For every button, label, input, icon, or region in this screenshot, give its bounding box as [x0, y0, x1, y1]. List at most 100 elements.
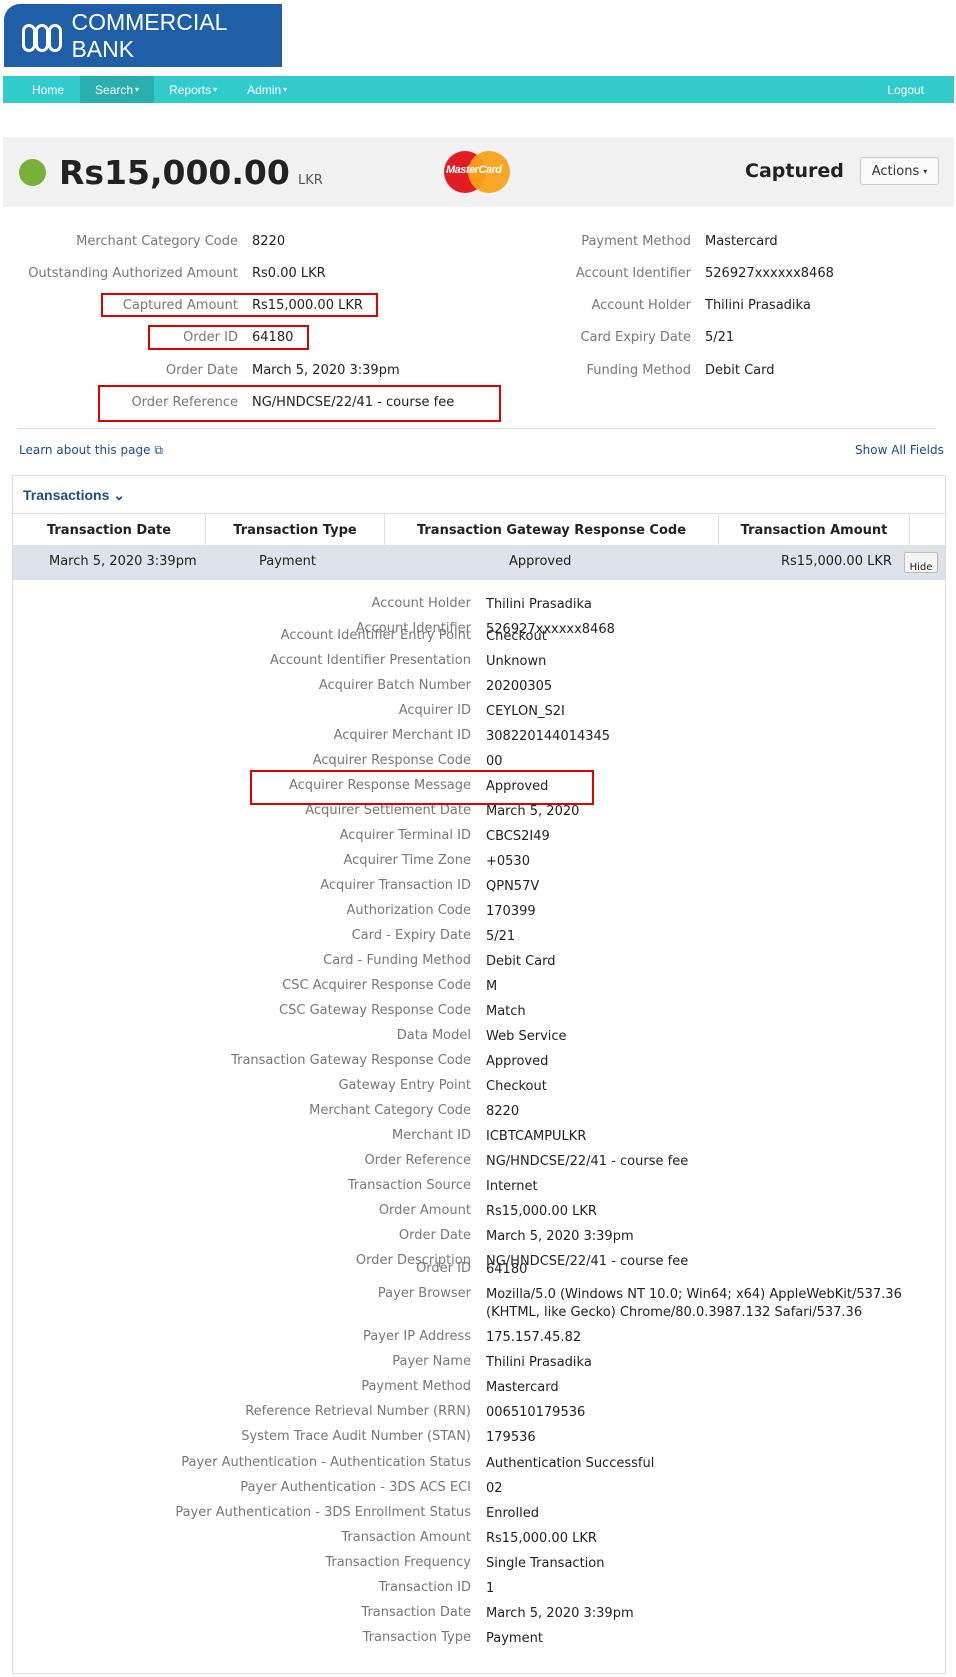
table-row[interactable]: March 5, 2020 3:39pm Payment Approved Rs…: [13, 545, 945, 580]
highlight-order-reference: [98, 385, 501, 422]
col-transaction-date: Transaction Date: [13, 514, 206, 546]
col-actions: [910, 514, 945, 546]
hide-label: Hide: [909, 562, 933, 573]
detail-label: Data Model: [396, 1028, 471, 1043]
row-date: March 5, 2020 3:39pm: [49, 554, 197, 569]
detail-label: Acquirer Transaction ID: [320, 878, 471, 893]
detail-value: March 5, 2020 3:39pm: [486, 1229, 634, 1244]
detail-label: Payer Browser: [377, 1286, 471, 1301]
col-transaction-type: Transaction Type: [206, 514, 385, 546]
nav-admin-label: Admin: [247, 82, 282, 97]
highlight-captured-amount: [101, 293, 378, 317]
nav-reports[interactable]: Reports ▾: [154, 76, 232, 103]
detail-label: Acquirer Batch Number: [318, 678, 471, 693]
field-label: Funding Method: [586, 363, 692, 378]
bank-logo-mark-icon: [22, 21, 62, 52]
nav-search[interactable]: Search ▾: [80, 76, 155, 103]
detail-value: 5/21: [486, 929, 516, 944]
highlight-order-id: [148, 325, 309, 350]
detail-label: Transaction Amount: [341, 1530, 471, 1545]
detail-label: Order Amount: [378, 1203, 471, 1218]
payment-summary: Rs15,000.00 LKR MasterCard Captured Acti…: [3, 137, 954, 207]
detail-value: Authentication Successful: [486, 1456, 655, 1471]
learn-link-label: Learn about this page: [19, 443, 151, 457]
detail-value: Mastercard: [486, 1380, 559, 1395]
nav-logout[interactable]: Logout: [872, 76, 954, 103]
detail-label: Payer Authentication - 3DS Enrollment St…: [175, 1505, 471, 1520]
mastercard-logo-icon: MasterCard: [444, 151, 510, 193]
detail-value: 1: [486, 1581, 495, 1596]
detail-value: 8220: [486, 1104, 520, 1119]
detail-value: 170399: [486, 904, 536, 919]
field-label: Account Identifier: [575, 266, 691, 281]
detail-label: Transaction Type: [362, 1630, 471, 1645]
status-label: Captured: [745, 160, 844, 182]
detail-label: Card - Funding Method: [323, 953, 471, 968]
detail-value: Internet: [486, 1179, 538, 1194]
detail-value: March 5, 2020: [486, 804, 580, 819]
nav-home[interactable]: Home: [3, 76, 80, 103]
detail-label: Merchant ID: [392, 1128, 471, 1143]
row-amount: Rs15,000.00 LKR: [781, 554, 892, 569]
detail-label: Payer Authentication - Authentication St…: [181, 1455, 471, 1470]
chevron-down-icon: ▾: [923, 166, 928, 176]
learn-about-page-link[interactable]: Learn about this page ⧉: [19, 443, 163, 458]
detail-value: Match: [486, 1004, 526, 1019]
detail-value: March 5, 2020 3:39pm: [486, 1606, 634, 1621]
field-label: Payment Method: [581, 234, 691, 249]
detail-value: CEYLON_S2I: [486, 704, 565, 719]
detail-value: NG/HNDCSE/22/41 - course fee: [486, 1154, 689, 1169]
detail-label: Order ID: [416, 1261, 471, 1276]
hide-button[interactable]: Hide: [904, 552, 938, 573]
detail-label: Account Holder: [371, 596, 471, 611]
chevron-down-icon: ▾: [135, 85, 140, 94]
detail-value: Single Transaction: [486, 1556, 605, 1571]
detail-label: Payment Method: [361, 1379, 471, 1394]
detail-value: Thilini Prasadika: [486, 1355, 592, 1370]
detail-label: Reference Retrieval Number (RRN): [245, 1404, 471, 1419]
detail-label: Account Identifier Presentation: [270, 653, 471, 668]
detail-label: Payer IP Address: [363, 1329, 471, 1344]
detail-label: CSC Gateway Response Code: [279, 1003, 471, 1018]
actions-button[interactable]: Actions ▾: [860, 157, 939, 185]
detail-value: Debit Card: [486, 954, 556, 969]
field-label: Card Expiry Date: [580, 330, 691, 345]
show-all-fields-link[interactable]: Show All Fields: [855, 443, 944, 457]
chevron-down-icon: ⌄: [113, 487, 125, 503]
detail-value: 64180: [486, 1262, 528, 1277]
detail-value: Enrolled: [486, 1506, 539, 1521]
detail-value: ICBTCAMPULKR: [486, 1129, 587, 1144]
detail-value: Rs15,000.00 LKR: [486, 1531, 597, 1546]
detail-value: 20200305: [486, 679, 553, 694]
detail-label: Card - Expiry Date: [351, 928, 471, 943]
chevron-down-icon: ▾: [283, 85, 288, 94]
nav-logout-label: Logout: [887, 82, 924, 97]
field-value: 8220: [252, 234, 286, 249]
bank-name: COMMERCIAL BANK: [71, 8, 227, 62]
actions-label: Actions: [871, 163, 920, 179]
main-navbar: Home Search ▾ Reports ▾ Admin ▾ Logout: [3, 76, 954, 103]
detail-value: Web Service: [486, 1029, 567, 1044]
detail-value: Checkout: [486, 1079, 547, 1094]
detail-label: CSC Acquirer Response Code: [282, 978, 471, 993]
detail-value: Rs15,000.00 LKR: [486, 1204, 597, 1219]
nav-admin[interactable]: Admin ▾: [232, 76, 302, 103]
detail-value: 175.157.45.82: [486, 1330, 582, 1345]
bank-logo: COMMERCIAL BANK: [4, 4, 282, 67]
detail-label: Payer Authentication - 3DS ACS ECI: [240, 1480, 471, 1495]
detail-label: Transaction Frequency: [325, 1555, 471, 1570]
detail-label: Payer Name: [392, 1354, 471, 1369]
field-value: 526927xxxxxx8468: [705, 266, 834, 281]
nav-home-label: Home: [32, 82, 65, 97]
detail-value: 179536: [486, 1430, 536, 1445]
detail-label: Transaction Date: [361, 1605, 471, 1620]
field-value: Thilini Prasadika: [705, 298, 811, 313]
summary-currency: LKR: [298, 173, 323, 188]
detail-value: 006510179536: [486, 1405, 586, 1420]
detail-value: +0530: [486, 854, 530, 869]
detail-value: 02: [486, 1481, 503, 1496]
transactions-toggle[interactable]: Transactions ⌄: [23, 487, 125, 504]
field-label: Outstanding Authorized Amount: [28, 266, 238, 281]
detail-value: Mozilla/5.0 (Windows NT 10.0; Win64; x64…: [486, 1287, 902, 1302]
show-all-label: Show All Fields: [855, 443, 944, 457]
